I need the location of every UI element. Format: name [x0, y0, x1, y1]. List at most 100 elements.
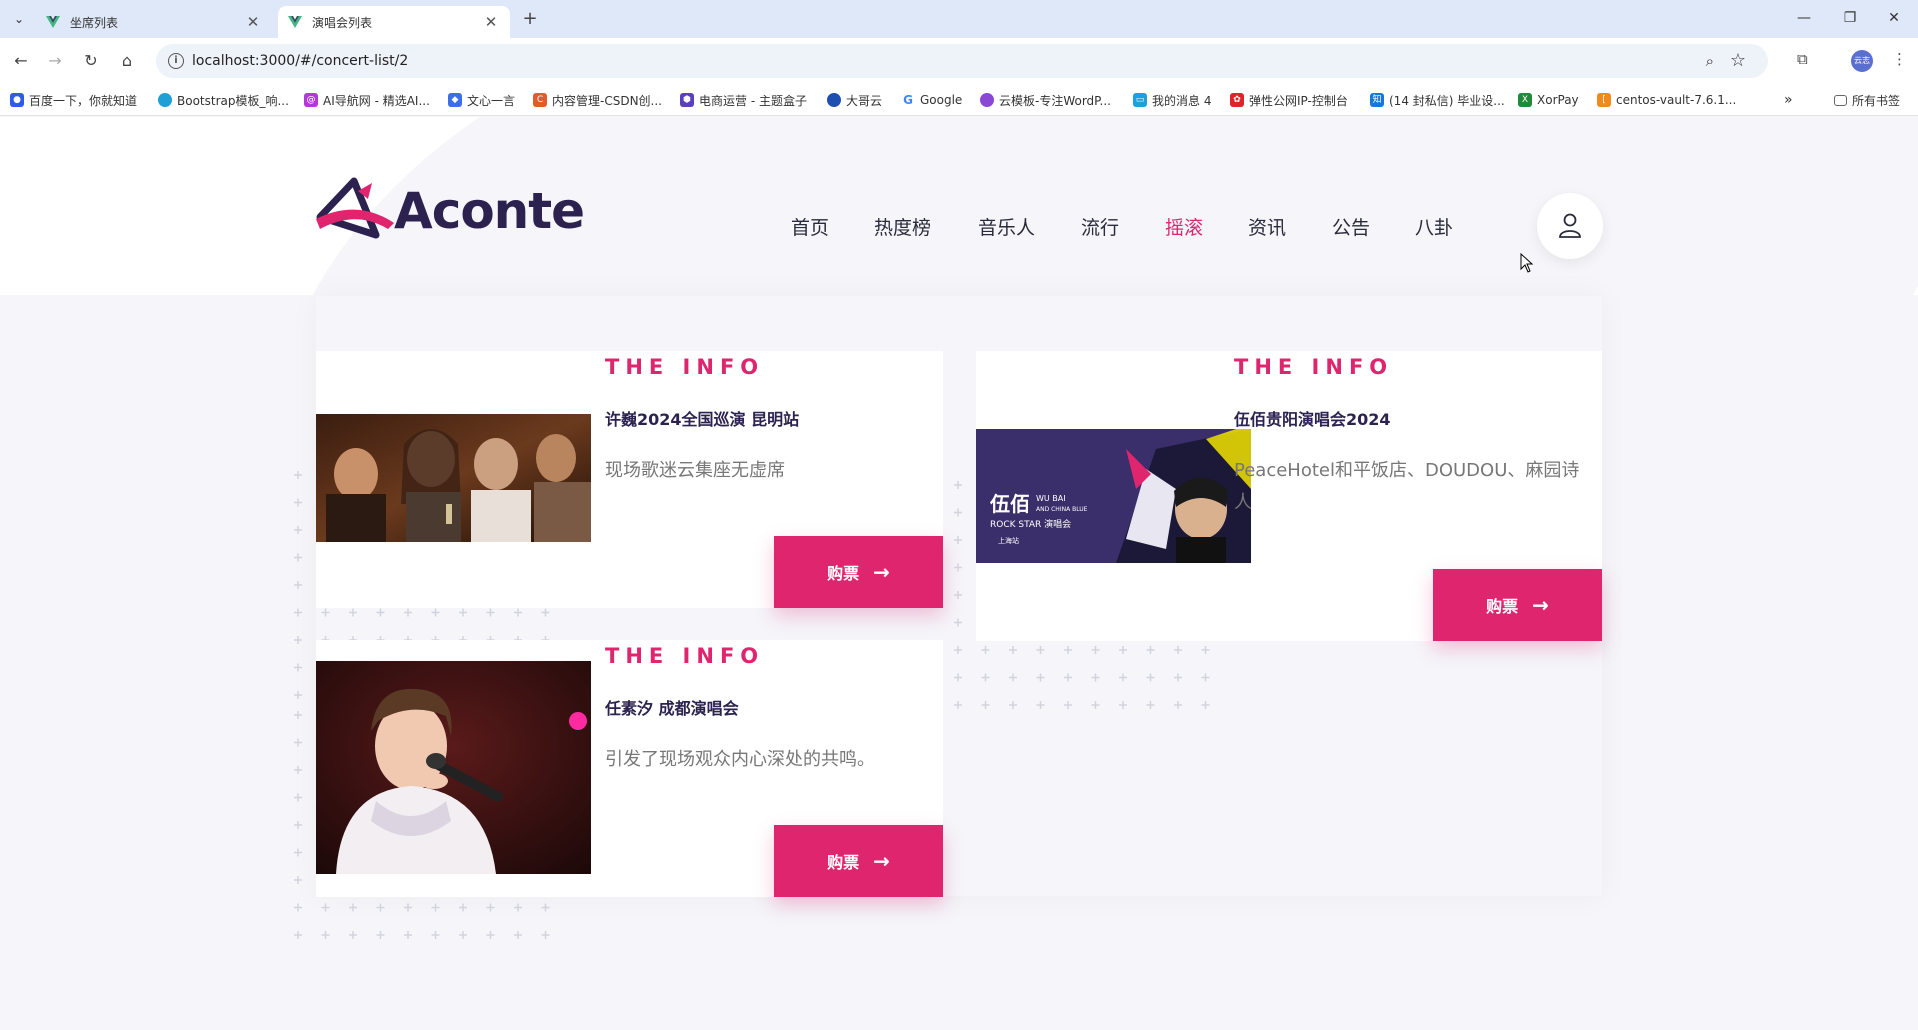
- shop-icon: ⬢: [680, 93, 694, 107]
- ai-icon: @: [304, 93, 318, 107]
- bookmark-item[interactable]: 大哥云: [827, 91, 882, 109]
- huawei-icon: ✿: [1230, 93, 1244, 107]
- wenxin-icon: ◆: [448, 93, 462, 107]
- bookmark-item[interactable]: 云模板-专注WordP...: [980, 91, 1111, 109]
- buy-button-label: 购票: [827, 564, 860, 583]
- template-icon: [980, 93, 994, 107]
- nav-home[interactable]: 首页: [791, 213, 829, 240]
- bookmark-item[interactable]: ▭ 我的消息 4: [1133, 91, 1211, 109]
- restore-icon[interactable]: ❐: [1832, 6, 1868, 30]
- arrow-right-icon: →: [1532, 593, 1549, 617]
- user-account-button[interactable]: [1537, 193, 1603, 259]
- bookmark-item[interactable]: [ centos-vault-7.6.1...: [1597, 91, 1736, 109]
- menu-icon[interactable]: ⋮: [1892, 50, 1907, 68]
- tab-title: 演唱会列表: [312, 15, 373, 30]
- bookmark-item[interactable]: ◆ 文心一言: [448, 91, 515, 109]
- bookmark-item[interactable]: ✿ 弹性公网IP-控制台: [1230, 91, 1348, 109]
- more-bookmarks-icon[interactable]: »: [1784, 91, 1793, 109]
- bookmark-item[interactable]: Bootstrap模板_响...: [158, 91, 289, 109]
- bootstrap-icon: [158, 93, 172, 107]
- close-tab-icon[interactable]: ✕: [244, 13, 262, 31]
- nav-pop[interactable]: 流行: [1081, 213, 1119, 240]
- bookmark-label: 弹性公网IP-控制台: [1249, 93, 1348, 108]
- csdn-icon: C: [533, 93, 547, 107]
- concert-description: 引发了现场观众内心深处的共鸣。: [605, 749, 875, 770]
- paw-icon: ●: [10, 93, 24, 107]
- home-icon[interactable]: ⌂: [114, 48, 140, 74]
- info-label: THE INFO: [1234, 355, 1394, 379]
- buy-ticket-button[interactable]: 购票 →: [774, 536, 943, 608]
- tab-title: 坐席列表: [70, 15, 119, 30]
- cloud-icon: [827, 93, 841, 107]
- buy-ticket-button[interactable]: 购票 →: [774, 825, 943, 897]
- bookmark-item[interactable]: 知 (14 封私信) 毕业设...: [1370, 91, 1505, 109]
- bookmark-label: 云模板-专注WordP...: [999, 93, 1111, 108]
- all-bookmarks[interactable]: 所有书签: [1834, 91, 1900, 109]
- bookmark-item[interactable]: ⬢ 电商运营 - 主题盒子: [680, 91, 807, 109]
- address-bar[interactable]: i localhost:3000/#/concert-list/2 ⌕ ☆: [156, 44, 1768, 78]
- close-window-icon[interactable]: ✕: [1876, 6, 1912, 30]
- site-info-icon[interactable]: i: [168, 53, 184, 69]
- site-logo[interactable]: Aconte: [314, 177, 585, 245]
- info-label: THE INFO: [605, 355, 765, 379]
- crowd-photo: [316, 414, 591, 542]
- bookmark-label: 文心一言: [467, 93, 516, 108]
- arrow-right-icon: →: [873, 560, 890, 584]
- buy-button-label: 购票: [1486, 597, 1519, 616]
- nav-musicians[interactable]: 音乐人: [978, 213, 1035, 240]
- concert-title[interactable]: 许巍2024全国巡演 昆明站: [605, 406, 799, 430]
- bookmark-item[interactable]: G Google: [901, 91, 962, 109]
- bookmark-label: (14 封私信) 毕业设...: [1389, 93, 1505, 108]
- close-tab-icon[interactable]: ✕: [482, 13, 500, 31]
- vue-icon: [46, 16, 60, 28]
- concert-image-poster[interactable]: 伍佰 WU BAI AND CHINA BLUE ROCK STAR 演唱会 上…: [976, 429, 1251, 563]
- back-icon[interactable]: ←: [8, 48, 34, 74]
- concert-title[interactable]: 任素汐 成都演唱会: [605, 695, 739, 719]
- minimize-icon[interactable]: —: [1786, 6, 1822, 30]
- browser-toolbar: ← → ↻ ⌂ i localhost:3000/#/concert-list/…: [0, 38, 1918, 84]
- concert-description: PeaceHotel和平饭店、DOUDOU、麻园诗人: [1234, 460, 1580, 513]
- reload-icon[interactable]: ↻: [78, 48, 104, 74]
- vue-icon: [288, 16, 302, 28]
- extensions-icon[interactable]: ⧉: [1797, 50, 1808, 68]
- nav-news[interactable]: 资讯: [1248, 213, 1286, 240]
- site-header: [0, 117, 1918, 297]
- buy-ticket-button[interactable]: 购票 →: [1433, 569, 1602, 641]
- bookmark-star-icon[interactable]: ☆: [1730, 50, 1746, 71]
- url-text[interactable]: localhost:3000/#/concert-list/2: [192, 53, 408, 69]
- tab-search-icon[interactable]: ⌄: [8, 8, 30, 30]
- concert-image-singer[interactable]: [316, 661, 591, 874]
- bookmark-label: XorPay: [1537, 93, 1579, 107]
- profile-avatar[interactable]: 云志: [1851, 50, 1873, 72]
- concert-image-crowd[interactable]: [316, 414, 591, 542]
- concert-card: 伍佰 WU BAI AND CHINA BLUE ROCK STAR 演唱会 上…: [976, 351, 1602, 641]
- folder-icon: [1834, 94, 1847, 106]
- bookmark-item[interactable]: X XorPay: [1518, 91, 1579, 109]
- bookmark-label: centos-vault-7.6.1...: [1616, 93, 1737, 107]
- bookmark-item[interactable]: @ AI导航网 - 精选AI...: [304, 91, 430, 109]
- buy-button-label: 购票: [827, 853, 860, 872]
- google-icon: G: [901, 93, 915, 107]
- bookmark-label: 大哥云: [846, 93, 883, 108]
- bookmark-item[interactable]: ● 百度一下，你就知道: [10, 91, 137, 109]
- nav-rock[interactable]: 摇滚: [1165, 213, 1203, 240]
- nav-gossip[interactable]: 八卦: [1415, 213, 1453, 240]
- zhihu-icon: 知: [1370, 93, 1384, 107]
- mouse-cursor-icon: [1520, 253, 1534, 273]
- tab-seat-list[interactable]: 坐席列表 ✕: [36, 6, 272, 38]
- nav-hot-chart[interactable]: 热度榜: [874, 213, 931, 240]
- bookmark-label: 百度一下，你就知道: [29, 93, 138, 108]
- tab-concert-list[interactable]: 演唱会列表 ✕: [278, 6, 510, 38]
- poster-en-title: WU BAI: [1036, 494, 1066, 503]
- bookmark-item[interactable]: C 内容管理-CSDN创...: [533, 91, 662, 109]
- code-icon: [: [1597, 93, 1611, 107]
- zoom-icon[interactable]: ⌕: [1706, 52, 1714, 70]
- forward-icon[interactable]: →: [42, 48, 68, 74]
- new-tab-button[interactable]: +: [518, 8, 542, 30]
- browser-tab-bar: ⌄ 坐席列表 ✕ 演唱会列表 ✕ + — ❐ ✕: [0, 0, 1918, 38]
- logo-mark-icon: [316, 177, 394, 239]
- concert-title[interactable]: 伍佰贵阳演唱会2024: [1234, 406, 1391, 430]
- all-bookmarks-label: 所有书签: [1852, 93, 1901, 108]
- nav-announcements[interactable]: 公告: [1332, 213, 1370, 240]
- bookmarks-bar: ● 百度一下，你就知道 Bootstrap模板_响... @ AI导航网 - 精选A…: [0, 84, 1918, 116]
